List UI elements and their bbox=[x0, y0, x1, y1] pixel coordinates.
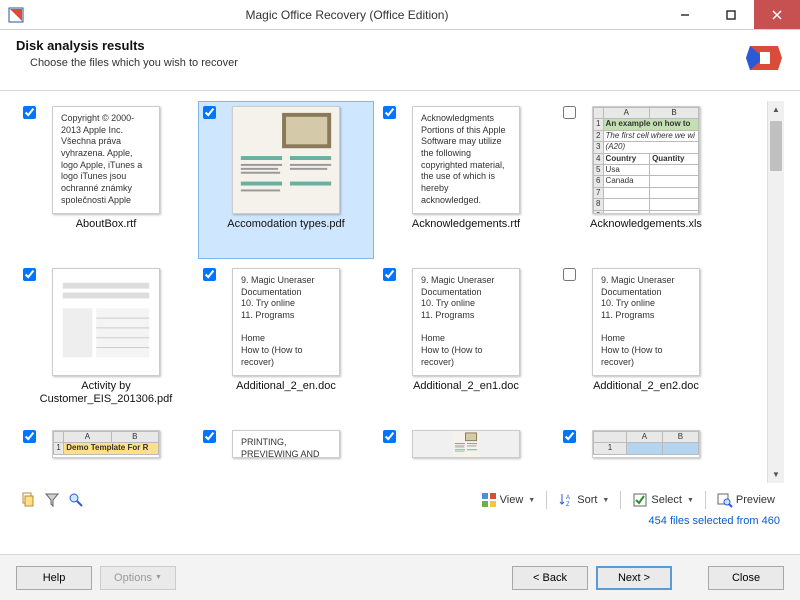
sort-button[interactable]: AZ Sort▼ bbox=[553, 489, 614, 511]
file-checkbox[interactable] bbox=[383, 106, 396, 119]
file-thumbnail: AB1Demo Template For R bbox=[52, 430, 160, 458]
file-checkbox[interactable] bbox=[563, 106, 576, 119]
file-checkbox[interactable] bbox=[383, 430, 396, 443]
file-thumbnail bbox=[52, 268, 160, 376]
file-name: Acknowledgements.xls bbox=[559, 216, 733, 231]
file-checkbox[interactable] bbox=[203, 268, 216, 281]
file-thumbnail: Acknowledgments Portions of this Apple S… bbox=[412, 106, 520, 214]
pages-icon[interactable] bbox=[20, 492, 36, 508]
file-thumbnail: PRINTING, PREVIEWING AND bbox=[232, 430, 340, 458]
file-thumbnail: Copyright © 2000-2013 Apple Inc. Všechna… bbox=[52, 106, 160, 214]
file-checkbox[interactable] bbox=[23, 430, 36, 443]
back-button[interactable]: < Back bbox=[512, 566, 588, 590]
file-item[interactable]: Copyright © 2000-2013 Apple Inc. Všechna… bbox=[18, 101, 194, 259]
svg-text:Z: Z bbox=[566, 502, 570, 508]
file-thumbnail: 9. Magic Uneraser Documentation 10. Try … bbox=[592, 268, 700, 376]
checkbox-icon bbox=[632, 492, 648, 508]
file-name: Additional_2_en.doc bbox=[199, 378, 373, 393]
file-item[interactable]: AB1 bbox=[558, 425, 734, 483]
preview-icon bbox=[717, 492, 733, 508]
brand-logo-icon bbox=[744, 38, 784, 78]
file-name: Activity by Customer_EIS_201306.pdf bbox=[19, 378, 193, 406]
minimize-button[interactable] bbox=[662, 0, 708, 29]
next-button[interactable]: Next > bbox=[596, 566, 672, 590]
window-controls bbox=[662, 0, 800, 29]
file-checkbox[interactable] bbox=[23, 106, 36, 119]
file-name: Accomodation types.pdf bbox=[199, 216, 373, 231]
file-item[interactable]: 9. Magic Uneraser Documentation 10. Try … bbox=[378, 263, 554, 421]
file-checkbox[interactable] bbox=[23, 268, 36, 281]
svg-text:A: A bbox=[566, 495, 570, 501]
file-name: AboutBox.rtf bbox=[19, 216, 193, 231]
search-icon[interactable] bbox=[68, 492, 84, 508]
file-grid: Copyright © 2000-2013 Apple Inc. Všechna… bbox=[16, 101, 767, 483]
file-item[interactable]: Activity by Customer_EIS_201306.pdf bbox=[18, 263, 194, 421]
window-title: Magic Office Recovery (Office Edition) bbox=[32, 8, 662, 22]
file-item[interactable]: Acknowledgments Portions of this Apple S… bbox=[378, 101, 554, 259]
page-title: Disk analysis results bbox=[16, 38, 744, 53]
close-button[interactable] bbox=[754, 0, 800, 29]
preview-button[interactable]: Preview bbox=[712, 489, 780, 511]
file-checkbox[interactable] bbox=[563, 430, 576, 443]
vertical-scrollbar[interactable]: ▲ ▼ bbox=[767, 101, 784, 483]
page-subtitle: Choose the files which you wish to recov… bbox=[30, 57, 744, 69]
file-name: Additional_2_en2.doc bbox=[559, 378, 733, 393]
titlebar: Magic Office Recovery (Office Edition) bbox=[0, 0, 800, 30]
view-button[interactable]: View▼ bbox=[476, 489, 541, 511]
file-item[interactable]: 9. Magic Uneraser Documentation 10. Try … bbox=[558, 263, 734, 421]
file-item[interactable]: AB1An example on how to2The first cell w… bbox=[558, 101, 734, 259]
file-name: Additional_2_en1.doc bbox=[379, 378, 553, 393]
scroll-up-arrow[interactable]: ▲ bbox=[768, 101, 784, 118]
help-button[interactable]: Help bbox=[16, 566, 92, 590]
file-item[interactable]: AB1Demo Template For R bbox=[18, 425, 194, 483]
page-header: Disk analysis results Choose the files w… bbox=[0, 30, 800, 91]
file-checkbox[interactable] bbox=[383, 268, 396, 281]
file-name: Acknowledgements.rtf bbox=[379, 216, 553, 231]
scroll-down-arrow[interactable]: ▼ bbox=[768, 466, 784, 483]
file-thumbnail: AB1An example on how to2The first cell w… bbox=[592, 106, 700, 214]
options-button[interactable]: Options ▼ bbox=[100, 566, 176, 590]
filter-icon[interactable] bbox=[44, 492, 60, 508]
file-thumbnail: 9. Magic Uneraser Documentation 10. Try … bbox=[412, 268, 520, 376]
file-checkbox[interactable] bbox=[203, 430, 216, 443]
view-icon bbox=[481, 492, 497, 508]
app-icon bbox=[8, 7, 24, 23]
file-item[interactable] bbox=[378, 425, 554, 483]
file-thumbnail: 9. Magic Uneraser Documentation 10. Try … bbox=[232, 268, 340, 376]
maximize-button[interactable] bbox=[708, 0, 754, 29]
file-item[interactable]: PRINTING, PREVIEWING AND bbox=[198, 425, 374, 483]
close-wizard-button[interactable]: Close bbox=[708, 566, 784, 590]
file-item[interactable]: 9. Magic Uneraser Documentation 10. Try … bbox=[198, 263, 374, 421]
file-thumbnail bbox=[232, 106, 340, 214]
file-checkbox[interactable] bbox=[563, 268, 576, 281]
file-item[interactable]: Accomodation types.pdf bbox=[198, 101, 374, 259]
bottom-toolbar: View▼ AZ Sort▼ Select▼ Preview bbox=[16, 483, 784, 515]
sort-icon: AZ bbox=[558, 492, 574, 508]
file-checkbox[interactable] bbox=[203, 106, 216, 119]
wizard-footer: Help Options ▼ < Back Next > Close bbox=[0, 554, 800, 600]
scroll-thumb[interactable] bbox=[770, 121, 782, 171]
file-thumbnail bbox=[412, 430, 520, 458]
file-thumbnail: AB1 bbox=[592, 430, 700, 458]
results-area: Copyright © 2000-2013 Apple Inc. Všechna… bbox=[0, 91, 800, 511]
select-button[interactable]: Select▼ bbox=[627, 489, 699, 511]
